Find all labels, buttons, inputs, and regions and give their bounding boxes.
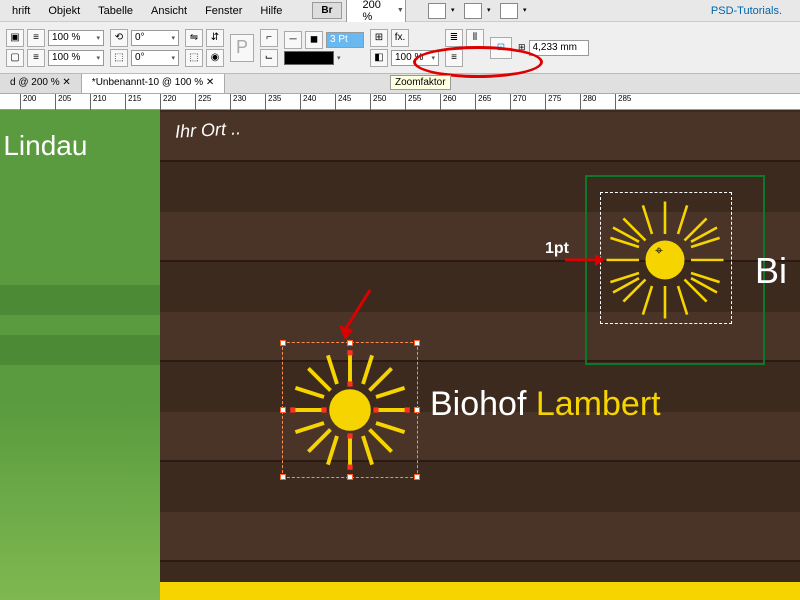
subtitle-text: Ihr Ort .. (174, 118, 241, 142)
tab-1[interactable]: d @ 200 % ✕ (0, 74, 82, 93)
cursor-icon: ⌖ (655, 242, 663, 259)
menu-ansicht[interactable]: Ansicht (143, 3, 195, 19)
brand-text-inset: Bi (755, 250, 787, 292)
flip-h-icon[interactable]: ⇋ (185, 29, 203, 47)
menu-hilfe[interactable]: Hilfe (252, 3, 290, 19)
stroke-sw-icon[interactable]: ▢ (6, 49, 24, 67)
selection-bounds[interactable] (282, 342, 418, 478)
fill-icon[interactable]: ▣ (6, 29, 24, 47)
menu-objekt[interactable]: Objekt (40, 3, 88, 19)
distribute-icon[interactable]: ⫴ (466, 29, 484, 47)
green-stripe-2 (0, 335, 160, 365)
stroke-weight-input[interactable]: 3 Pt (326, 32, 364, 48)
yellow-footer-bar (160, 582, 800, 600)
control-toolbar: ▣≡100 %▾ ▢≡100 %▾ ⟲0°▾ ⬚0°▾ ⇋⇵ ⬚◉ P ⌐ ⌙ … (0, 22, 800, 74)
blend-icon[interactable]: ◧ (370, 49, 388, 67)
menu-tabelle[interactable]: Tabelle (90, 3, 141, 19)
width-input[interactable] (529, 40, 589, 56)
canvas[interactable]: 2 Lindau Ihr Ort .. Biohof Lambert Bi 1p… (0, 110, 800, 600)
arrow-diag-icon (335, 285, 375, 345)
stroke-w-icon[interactable]: ─ (284, 31, 302, 49)
blend-opacity[interactable]: 100 %▾ (391, 50, 439, 66)
left-headline: 2 Lindau (0, 130, 87, 162)
wrap2-icon[interactable]: ≡ (27, 49, 45, 67)
workspace-icon[interactable] (500, 3, 518, 19)
menu-fenster[interactable]: Fenster (197, 3, 250, 19)
horizontal-ruler: 2002052102152202252302352402452502552602… (0, 94, 800, 110)
flip-v-icon[interactable]: ⇵ (206, 29, 224, 47)
crop-icon[interactable]: ⊡ (490, 37, 512, 59)
menu-schrift[interactable]: hrift (4, 3, 38, 19)
cap-icon[interactable]: ◼ (305, 31, 323, 49)
brand-text-main: Biohof Lambert (430, 385, 661, 424)
gap-icon[interactable]: ⊞ (370, 29, 388, 47)
paragraph-icon[interactable]: P (230, 34, 254, 62)
align-icon[interactable]: ≣ (445, 29, 463, 47)
align2-icon[interactable]: ≡ (445, 49, 463, 67)
angle-1[interactable]: 0°▾ (131, 30, 179, 46)
wrap-icon[interactable]: ≡ (27, 29, 45, 47)
fill-swatch[interactable] (284, 51, 334, 65)
sun-logo-inset (600, 195, 730, 325)
sel-container-icon[interactable]: ⬚ (185, 49, 203, 67)
opacity-1[interactable]: 100 %▾ (48, 30, 104, 46)
opacity-2[interactable]: 100 %▾ (48, 50, 104, 66)
arrange-icon[interactable] (464, 3, 482, 19)
green-stripe-1 (0, 285, 160, 315)
zoom-tooltip: Zoomfaktor (390, 75, 451, 90)
psd-tutorials-link[interactable]: PSD-Tutorials. (703, 3, 790, 19)
arrow-right-icon (565, 250, 605, 270)
shear-icon[interactable]: ⬚ (110, 49, 128, 67)
corner-icon[interactable]: ⌐ (260, 29, 278, 47)
menu-bar: hrift Objekt Tabelle Ansicht Fenster Hil… (0, 0, 800, 22)
rotate-icon[interactable]: ⟲ (110, 29, 128, 47)
view-mode-icons (428, 3, 518, 19)
angle-2[interactable]: 0°▾ (131, 50, 179, 66)
tab-2[interactable]: *Unbenannt-10 @ 100 % ✕ (82, 74, 226, 93)
screen-mode-icon[interactable] (428, 3, 446, 19)
corner2-icon[interactable]: ⌙ (260, 49, 278, 67)
bridge-button[interactable]: Br (312, 2, 341, 19)
fx-icon[interactable]: fx. (391, 29, 409, 47)
sel-content-icon[interactable]: ◉ (206, 49, 224, 67)
